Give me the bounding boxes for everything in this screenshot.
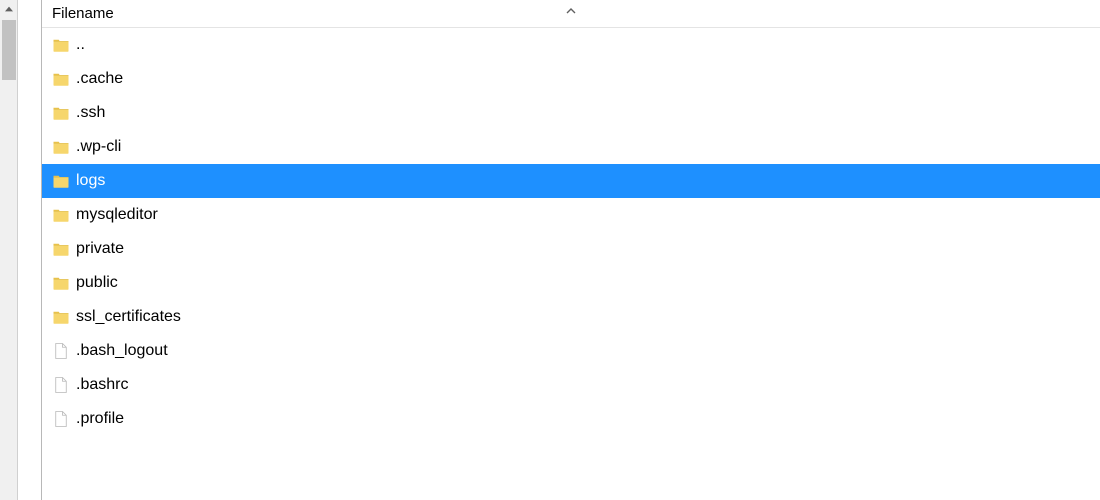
file-list-panel: Filename .. .cache .ssh .wp-cli logs mysqledi… — [42, 0, 1100, 500]
file-row[interactable]: mysqleditor — [42, 198, 1100, 232]
filename-label: private — [76, 241, 124, 257]
file-row[interactable]: .cache — [42, 62, 1100, 96]
file-list: .. .cache .ssh .wp-cli logs mysqleditor privat… — [42, 28, 1100, 500]
file-row[interactable]: ssl_certificates — [42, 300, 1100, 334]
file-row[interactable]: .wp-cli — [42, 130, 1100, 164]
filename-label: .cache — [76, 71, 123, 87]
column-header-row[interactable]: Filename — [42, 0, 1100, 28]
file-row[interactable]: .profile — [42, 402, 1100, 436]
filename-label: .wp-cli — [76, 139, 121, 155]
scroll-thumb[interactable] — [2, 20, 16, 80]
file-icon — [52, 342, 70, 360]
filename-label: mysqleditor — [76, 207, 158, 223]
scroll-up-arrow[interactable] — [0, 0, 17, 18]
file-row[interactable]: private — [42, 232, 1100, 266]
filename-label: ssl_certificates — [76, 309, 181, 325]
filename-label: .ssh — [76, 105, 105, 121]
file-row[interactable]: logs — [42, 164, 1100, 198]
file-row[interactable]: .bash_logout — [42, 334, 1100, 368]
filename-label: public — [76, 275, 118, 291]
folder-icon — [52, 70, 70, 88]
column-header-filename[interactable]: Filename — [52, 5, 114, 22]
filename-label: .. — [76, 37, 85, 53]
folder-icon — [52, 172, 70, 190]
sort-indicator-icon — [566, 1, 576, 18]
panel-divider[interactable] — [18, 0, 42, 500]
file-row[interactable]: public — [42, 266, 1100, 300]
filename-label: .bash_logout — [76, 343, 168, 359]
filename-label: logs — [76, 173, 105, 189]
folder-icon — [52, 104, 70, 122]
folder-icon — [52, 36, 70, 54]
folder-icon — [52, 274, 70, 292]
folder-icon — [52, 240, 70, 258]
file-row[interactable]: .bashrc — [42, 368, 1100, 402]
file-row[interactable]: .ssh — [42, 96, 1100, 130]
filename-label: .bashrc — [76, 377, 128, 393]
left-scrollbar[interactable] — [0, 0, 18, 500]
folder-icon — [52, 206, 70, 224]
filename-label: .profile — [76, 411, 124, 427]
file-icon — [52, 376, 70, 394]
folder-icon — [52, 308, 70, 326]
file-icon — [52, 410, 70, 428]
file-row[interactable]: .. — [42, 28, 1100, 62]
folder-icon — [52, 138, 70, 156]
